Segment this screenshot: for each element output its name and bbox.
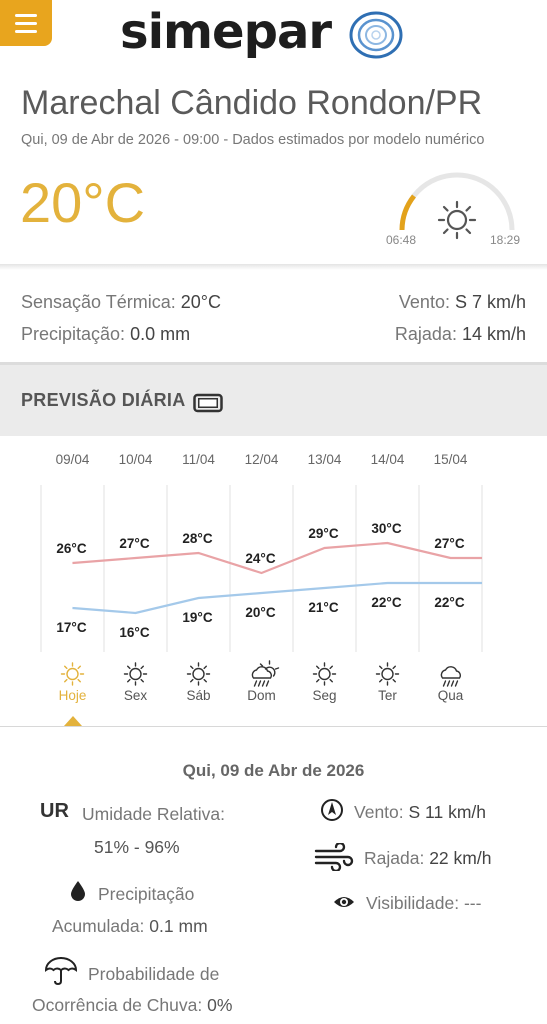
rain-probability-row: Ocorrência de Chuva: 0% xyxy=(32,995,233,1015)
umbrella-icon xyxy=(44,957,78,986)
compass-icon xyxy=(321,799,343,821)
rain-probability-label: Probabilidade de xyxy=(88,964,220,984)
sun-icon xyxy=(186,662,211,686)
day-name-tab[interactable]: Hoje xyxy=(59,688,87,703)
max-temp-label: 28°C xyxy=(182,531,212,546)
min-temp-label: 19°C xyxy=(182,610,212,625)
max-temp-label: 27°C xyxy=(119,536,149,551)
observation-subtitle: Qui, 09 de Abr de 2026 - 09:00 - Dados e… xyxy=(21,132,485,148)
eye-icon xyxy=(334,897,354,907)
selected-day-pointer xyxy=(64,716,82,726)
detail-wind-row: Vento: S 11 km/h xyxy=(354,802,487,822)
humidity-label: Umidade Relativa: xyxy=(82,804,225,824)
humidity-icon: UR xyxy=(40,800,69,822)
daily-forecast-header: PREVISÃO DIÁRIA xyxy=(0,362,547,436)
max-temp-label: 26°C xyxy=(56,541,86,556)
rain-probability-value: 0% xyxy=(207,995,233,1015)
sunrise-time: 06:48 xyxy=(386,233,417,247)
rain-cloud-icon xyxy=(440,666,461,687)
date-label: 14/04 xyxy=(371,452,405,467)
day-name-tab[interactable]: Sáb xyxy=(186,688,210,703)
drop-icon xyxy=(71,881,85,901)
menu-button[interactable] xyxy=(0,0,52,46)
max-temp-label: 27°C xyxy=(434,536,464,551)
day-name-tab[interactable]: Sex xyxy=(124,688,148,703)
chart-divider xyxy=(0,726,547,727)
date-label: 11/04 xyxy=(182,452,215,467)
sun-icon xyxy=(123,662,148,686)
accumulated-precip-row: Acumulada: 0.1 mm xyxy=(52,916,208,936)
sun-icon xyxy=(437,200,477,240)
min-temp-label: 22°C xyxy=(371,595,401,610)
feels-like-row: Sensação Térmica: 20°C xyxy=(21,292,221,312)
current-info-right: Vento: S 7 km/h Rajada: 14 km/h xyxy=(395,286,526,350)
detail-date: Qui, 09 de Abr de 2026 xyxy=(182,761,365,780)
day-name-tab[interactable]: Dom xyxy=(247,688,276,703)
min-temp-label: 20°C xyxy=(245,605,275,620)
rotate-phone-icon[interactable] xyxy=(193,393,223,413)
day-name-tab[interactable]: Qua xyxy=(438,688,464,703)
hamburger-icon xyxy=(15,13,37,17)
current-info-left: Sensação Térmica: 20°C Precipitação: 0.0… xyxy=(21,286,221,350)
daily-forecast-chart[interactable]: 09/04 10/04 11/04 12/04 13/04 14/04 15/04 26°C 2… xyxy=(0,440,547,730)
wind-icon xyxy=(314,843,354,871)
detail-gust-row: Rajada: 22 km/h xyxy=(364,848,492,868)
brand-logo-text: simepar xyxy=(120,4,332,60)
sun-icon xyxy=(375,662,400,686)
current-temperature: 20°C xyxy=(20,171,146,234)
accumulated-precip-label: Precipitação xyxy=(98,884,195,904)
date-label: 09/04 xyxy=(56,452,90,467)
day-name-tab[interactable]: Seg xyxy=(312,688,336,703)
min-temp-label: 21°C xyxy=(308,600,338,615)
min-temp-label: 17°C xyxy=(56,620,86,635)
max-temp-label: 30°C xyxy=(371,521,401,536)
sunset-time: 18:29 xyxy=(490,233,521,247)
simepar-logo-icon xyxy=(349,11,403,59)
gust-row: Rajada: 14 km/h xyxy=(394,324,526,344)
visibility-value: --- xyxy=(463,893,482,913)
date-label: 10/04 xyxy=(119,452,153,467)
date-label: 12/04 xyxy=(245,452,279,467)
precipitation-row: Precipitação: 0.0 mm xyxy=(21,324,191,344)
date-label: 13/04 xyxy=(308,452,342,467)
max-temp-label: 29°C xyxy=(308,526,338,541)
accumulated-precip-value: 0.1 mm xyxy=(149,916,208,936)
visibility-row: Visibilidade: --- xyxy=(366,893,482,913)
top-bar: simepar xyxy=(0,0,547,70)
wind-value: S 7 km/h xyxy=(454,292,526,312)
wind-row: Vento: S 7 km/h xyxy=(398,292,526,312)
min-temp-label: 22°C xyxy=(434,595,464,610)
date-label: 15/04 xyxy=(434,452,468,467)
humidity-value: 51% - 96% xyxy=(94,837,180,857)
day-name-tab[interactable]: Ter xyxy=(378,688,397,703)
section-divider xyxy=(0,264,547,270)
sun-icon xyxy=(312,662,337,686)
max-temp-label: 24°C xyxy=(245,551,275,566)
min-temp-label: 16°C xyxy=(119,625,149,640)
sun-rain-icon xyxy=(251,660,280,687)
city-title: Marechal Cândido Rondon/PR xyxy=(21,84,483,122)
min-temp-line xyxy=(72,581,482,615)
gust-value: 14 km/h xyxy=(461,324,526,344)
sun-icon xyxy=(60,662,85,686)
precipitation-value: 0.0 mm xyxy=(130,324,191,344)
detail-gust-value: 22 km/h xyxy=(429,848,492,868)
detail-wind-value: S 11 km/h xyxy=(408,802,487,822)
feels-like-value: 20°C xyxy=(180,292,221,312)
daily-forecast-title: PREVISÃO DIÁRIA xyxy=(21,390,186,410)
